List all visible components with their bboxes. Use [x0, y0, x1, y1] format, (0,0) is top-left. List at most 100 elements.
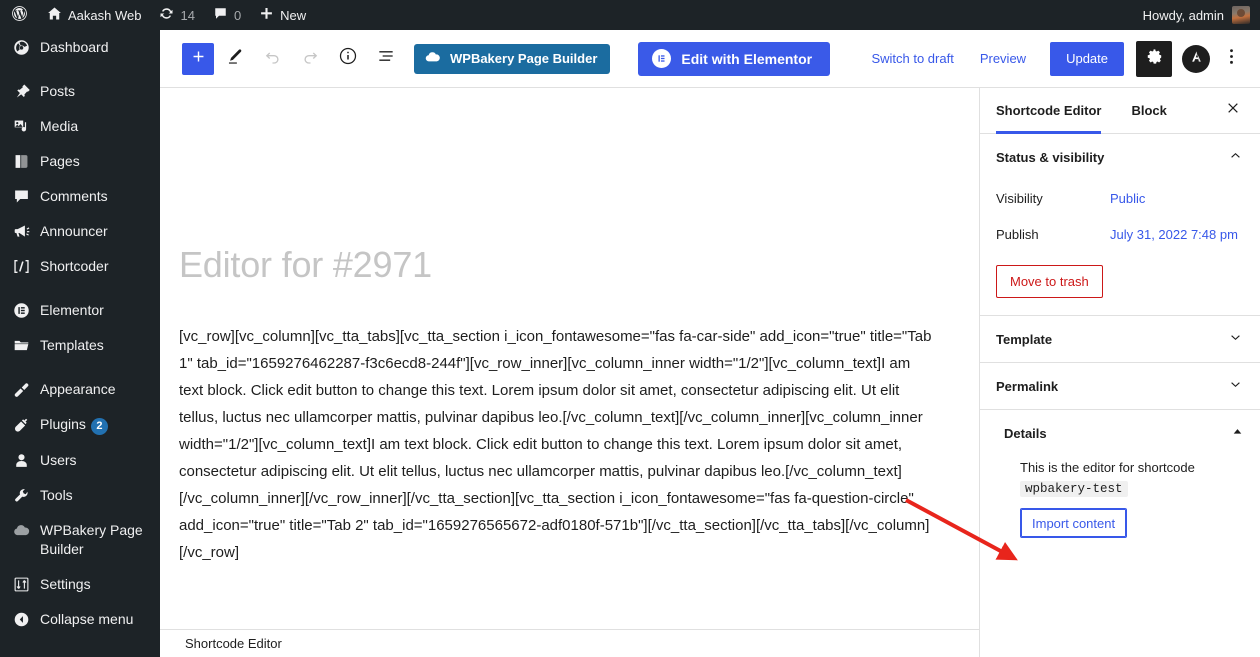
post-title-input[interactable]: Editor for #2971 — [179, 244, 939, 286]
wrench-icon — [11, 487, 31, 504]
details-description: This is the editor for shortcode — [1020, 460, 1195, 475]
updates-button[interactable]: 14 — [150, 0, 203, 30]
sidebar-item-plugins[interactable]: Plugins 2 — [0, 407, 160, 443]
template-header[interactable]: Template — [996, 316, 1244, 362]
home-icon — [47, 6, 62, 24]
switch-to-draft-button[interactable]: Switch to draft — [859, 51, 965, 66]
elementor-badge-icon — [652, 49, 672, 68]
sidebar-item-text: Plugins — [40, 416, 86, 432]
permalink-panel: Permalink — [980, 363, 1260, 410]
updates-count: 14 — [180, 7, 195, 23]
elementor-icon — [11, 302, 31, 319]
comments-icon — [213, 6, 228, 24]
sidebar-item-label: Shortcoder — [40, 258, 109, 274]
plug-icon — [11, 416, 31, 433]
sidebar-item-label: Templates — [40, 337, 104, 353]
sidebar-item-dashboard[interactable]: Dashboard — [0, 30, 160, 65]
wordpress-logo-icon — [11, 5, 28, 25]
pin-icon — [11, 83, 31, 100]
sidebar-separator — [0, 284, 160, 293]
sidebar-item-label: Elementor — [40, 302, 104, 318]
tab-block[interactable]: Block — [1131, 88, 1166, 134]
close-icon — [1225, 100, 1241, 121]
details-header[interactable]: Details — [996, 410, 1244, 456]
comments-count: 0 — [233, 7, 242, 23]
visibility-value-button[interactable]: Public — [1110, 191, 1145, 206]
sidebar-item-appearance[interactable]: Appearance — [0, 372, 160, 407]
new-content-button[interactable]: New — [250, 0, 315, 30]
sidebar-item-shortcoder[interactable]: Shortcoder — [0, 249, 160, 284]
sidebar-item-label: Settings — [40, 576, 91, 592]
more-options-icon — [1229, 47, 1234, 71]
sidebar-item-media[interactable]: Media — [0, 109, 160, 144]
admin-sidebar-menu: Dashboard Posts Media Pages Comments Ann… — [0, 30, 160, 657]
status-visibility-title: Status & visibility — [996, 149, 1105, 165]
wordpress-block-editor-screen: Aakash Web 14 0 New Howdy, admin Dashboa… — [0, 0, 1260, 657]
wordpress-logo-button[interactable] — [0, 0, 38, 30]
sidebar-item-comments[interactable]: Comments — [0, 179, 160, 214]
sidebar-item-settings[interactable]: Settings — [0, 567, 160, 602]
close-settings-button[interactable] — [1216, 94, 1250, 128]
preview-button[interactable]: Preview — [968, 51, 1038, 66]
sidebar-item-pages[interactable]: Pages — [0, 144, 160, 179]
chevron-up-icon — [1227, 147, 1244, 167]
wpbakery-page-builder-button[interactable]: WPBakery Page Builder — [414, 43, 611, 74]
astra-logo-icon — [1189, 49, 1204, 69]
sidebar-item-label: Announcer — [40, 223, 108, 239]
shortcode-content-block[interactable]: [vc_row][vc_column][vc_tta_tabs][vc_tta_… — [179, 323, 935, 566]
sidebar-item-wpbakery[interactable]: WPBakery Page Builder — [0, 513, 160, 567]
account-menu[interactable]: Howdy, admin — [1143, 6, 1260, 24]
permalink-header[interactable]: Permalink — [996, 363, 1244, 409]
sidebar-item-collapse-menu[interactable]: Collapse menu — [0, 602, 160, 637]
list-view-button[interactable] — [368, 41, 404, 77]
comments-button[interactable]: 0 — [204, 0, 250, 30]
add-block-toolbar-button[interactable] — [182, 42, 214, 75]
sidebar-item-label: Appearance — [40, 381, 116, 397]
sidebar-item-label: Pages — [40, 153, 80, 169]
sidebar-item-elementor[interactable]: Elementor — [0, 293, 160, 328]
plugins-update-badge: 2 — [90, 418, 108, 435]
settings-sidebar-toggle[interactable] — [1136, 40, 1172, 77]
sidebar-item-label: Tools — [40, 487, 73, 503]
editor-breadcrumb-statusbar: Shortcode Editor — [160, 629, 979, 657]
sidebar-item-templates[interactable]: Templates — [0, 328, 160, 363]
avatar — [1232, 6, 1250, 24]
howdy-label: Howdy, admin — [1142, 7, 1224, 23]
template-title: Template — [996, 331, 1053, 347]
site-name-label: Aakash Web — [68, 7, 142, 23]
editor-toolbar: WPBakery Page Builder Edit with Elemento… — [160, 30, 1260, 88]
sidebar-item-announcer[interactable]: Announcer — [0, 214, 160, 249]
megaphone-icon — [11, 223, 31, 240]
wpbakery-cloud-icon — [11, 522, 31, 539]
sidebar-item-tools[interactable]: Tools — [0, 478, 160, 513]
tab-shortcode-editor[interactable]: Shortcode Editor — [996, 88, 1102, 134]
update-button[interactable]: Update — [1050, 41, 1124, 76]
sidebar-item-label: Plugins 2 — [40, 415, 160, 435]
status-visibility-header[interactable]: Status & visibility — [996, 134, 1244, 180]
publish-label: Publish — [996, 226, 1039, 242]
sidebar-item-posts[interactable]: Posts — [0, 74, 160, 109]
import-content-button[interactable]: Import content — [1020, 508, 1128, 538]
document-details-button[interactable] — [330, 41, 366, 77]
sidebar-item-label: Media — [40, 118, 79, 134]
astra-options-button[interactable] — [1182, 44, 1210, 73]
sidebar-item-users[interactable]: Users — [0, 443, 160, 478]
undo-button[interactable] — [254, 41, 290, 77]
tools-pencil-button[interactable] — [216, 41, 252, 77]
edit-with-elementor-button[interactable]: Edit with Elementor — [638, 41, 831, 76]
site-name-button[interactable]: Aakash Web — [38, 0, 150, 30]
permalink-title: Permalink — [996, 378, 1059, 394]
more-options-button[interactable] — [1216, 41, 1246, 77]
visibility-label: Visibility — [996, 190, 1043, 206]
details-body: This is the editor for shortcode wpbaker… — [996, 456, 1244, 554]
sidebar-item-label: Collapse menu — [40, 611, 134, 627]
folder-icon — [11, 337, 31, 354]
redo-button[interactable] — [292, 41, 328, 77]
details-panel: Details This is the editor for shortcode… — [980, 410, 1260, 554]
shortcode-name-code: wpbakery-test — [1020, 481, 1128, 497]
publish-date-button[interactable]: July 31, 2022 7:48 pm — [1110, 227, 1238, 242]
move-to-trash-button[interactable]: Move to trash — [996, 265, 1103, 298]
breadcrumb[interactable]: Shortcode Editor — [185, 636, 282, 651]
user-icon — [11, 452, 31, 469]
editor-main-area: WPBakery Page Builder Edit with Elemento… — [160, 30, 1260, 657]
